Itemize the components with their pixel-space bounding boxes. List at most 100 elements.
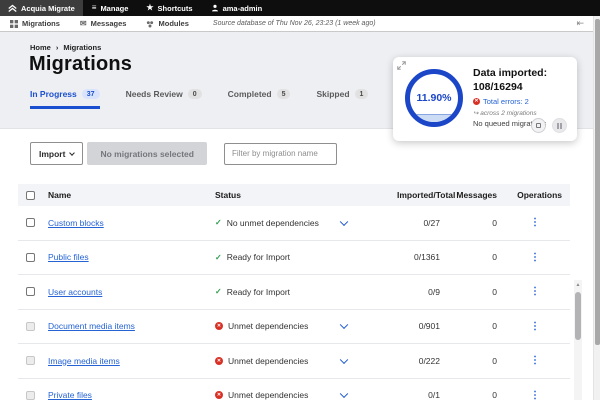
tab-count-badge: 1 xyxy=(354,89,369,99)
row-checkbox[interactable] xyxy=(25,287,35,297)
migrations-table: Name Status Imported/Total Messages Oper… xyxy=(18,184,570,400)
chevron-down-icon xyxy=(69,149,76,156)
status-icon: ✕ xyxy=(215,322,223,331)
messages-count: 0 xyxy=(492,217,497,228)
kebab-menu-icon[interactable]: ⋮ xyxy=(530,252,540,263)
migration-name-link[interactable]: Custom blocks xyxy=(48,218,104,228)
tab-label: In Progress xyxy=(30,89,77,99)
table-scrollbar[interactable]: ▲ xyxy=(574,280,582,400)
brand-label: Acquia Migrate xyxy=(21,3,75,13)
kebab-menu-icon[interactable]: ⋮ xyxy=(530,355,540,366)
page-title: Migrations xyxy=(29,53,133,75)
messages-count: 0 xyxy=(492,252,497,263)
modules-icon xyxy=(147,20,154,27)
data-imported-count: 108/16294 xyxy=(473,80,523,93)
status-text: Unmet dependencies xyxy=(228,355,309,366)
header-name: Name xyxy=(48,190,72,200)
scroll-up-icon[interactable]: ▲ xyxy=(574,282,582,288)
messages-count: 0 xyxy=(492,321,497,332)
shortcuts-label: Shortcuts xyxy=(157,3,193,13)
import-label: Import xyxy=(39,148,66,159)
migration-name-link[interactable]: Public files xyxy=(48,252,89,262)
status-text: Ready for Import xyxy=(226,286,291,297)
expand-chevron-icon[interactable] xyxy=(339,355,349,364)
stop-button[interactable] xyxy=(531,118,546,133)
table-row: User accounts ✓ Ready for Import 0/9 0 ⋮ xyxy=(18,275,570,310)
envelope-icon: ✉ xyxy=(79,18,87,28)
progress-ring: 11.90% xyxy=(405,69,463,127)
tab-label: Needs Review xyxy=(125,89,183,99)
breadcrumb-current: Migrations xyxy=(63,43,102,52)
table-row: Image media items ✕ Unmet dependencies 0… xyxy=(18,344,570,379)
status-cell: ✕ Unmet dependencies xyxy=(213,389,395,400)
table-row: Private files ✕ Unmet dependencies 0/1 0… xyxy=(18,378,570,400)
migration-name-link[interactable]: Image media items xyxy=(48,356,120,366)
select-all-checkbox[interactable] xyxy=(25,190,35,200)
row-checkbox[interactable] xyxy=(25,356,35,366)
expand-chevron-icon[interactable] xyxy=(339,389,349,399)
page-scrollbar[interactable] xyxy=(593,16,600,400)
expand-chevron-icon[interactable] xyxy=(339,217,349,226)
bulk-controls: Import No migrations selected xyxy=(30,142,337,165)
acquia-logo-icon xyxy=(8,4,17,12)
user-menu-button[interactable]: ama-admin xyxy=(202,0,272,16)
migration-name-link[interactable]: User accounts xyxy=(48,287,102,297)
row-checkbox[interactable] xyxy=(25,252,35,262)
status-icon: ✓ xyxy=(215,252,222,262)
kebab-menu-icon[interactable]: ⋮ xyxy=(530,286,540,297)
status-icon: ✕ xyxy=(215,356,223,365)
toolbar-item-modules[interactable]: Modules xyxy=(136,19,198,28)
status-cell: ✓ Ready for Import xyxy=(213,252,395,262)
breadcrumb-home-link[interactable]: Home xyxy=(30,43,51,52)
imported-total-value: 0/1361 xyxy=(414,252,440,263)
kebab-menu-icon[interactable]: ⋮ xyxy=(530,321,540,332)
expand-chevron-icon[interactable] xyxy=(339,320,349,330)
migration-name-link[interactable]: Document media items xyxy=(48,321,135,331)
tab-count-badge: 37 xyxy=(81,89,100,99)
total-errors-row[interactable]: ✕ Total errors: 2 xyxy=(473,97,573,106)
status-cell: ✓ No unmet dependencies xyxy=(213,217,395,228)
tab-count-badge: 0 xyxy=(187,89,202,99)
filter-input[interactable] xyxy=(223,142,337,165)
import-dropdown-button[interactable]: Import xyxy=(30,142,84,165)
pause-button[interactable] xyxy=(552,118,567,133)
module-toolbar: Migrations ✉ Messages Modules Source dat… xyxy=(0,16,600,32)
status-cell: ✕ Unmet dependencies xyxy=(213,320,395,332)
tab-in-progress[interactable]: In Progress 37 xyxy=(30,89,100,109)
kebab-menu-icon[interactable]: ⋮ xyxy=(530,390,540,400)
row-checkbox[interactable] xyxy=(25,390,35,400)
star-icon: ★ xyxy=(146,3,154,12)
tab-skipped[interactable]: Skipped 1 xyxy=(316,89,369,109)
toolbar-item-messages[interactable]: ✉ Messages xyxy=(70,19,137,28)
import-progress-card: 11.90% Data imported: 108/16294 ✕ Total … xyxy=(393,57,577,141)
imported-total-value: 0/901 xyxy=(418,321,440,332)
table-body: Custom blocks ✓ No unmet dependencies 0/… xyxy=(18,206,570,400)
manage-label: Manage xyxy=(100,3,129,13)
row-checkbox[interactable] xyxy=(25,218,35,228)
error-circle-icon: ✕ xyxy=(473,98,480,106)
toolbar-modules-label: Modules xyxy=(158,19,189,28)
status-text: Unmet dependencies xyxy=(228,321,309,332)
collapse-toolbar-icon[interactable]: ⇤ xyxy=(576,18,584,29)
table-scrollbar-thumb[interactable] xyxy=(575,292,581,340)
messages-count: 0 xyxy=(492,286,497,297)
progress-percent: 11.90% xyxy=(416,92,452,104)
migration-name-link[interactable]: Private files xyxy=(48,390,92,400)
toolbar-item-migrations[interactable]: Migrations xyxy=(0,19,70,28)
total-errors-link[interactable]: Total errors: 2 xyxy=(483,97,529,106)
messages-count: 0 xyxy=(492,355,497,366)
selection-status-button[interactable]: No migrations selected xyxy=(87,142,207,165)
status-text: Ready for Import xyxy=(226,252,291,263)
brand-home-link[interactable]: Acquia Migrate xyxy=(0,0,83,16)
stop-icon xyxy=(536,123,541,128)
shortcuts-menu-button[interactable]: ★ Shortcuts xyxy=(137,0,201,16)
status-icon: ✓ xyxy=(215,287,222,297)
manage-menu-button[interactable]: ≡ Manage xyxy=(83,0,138,16)
page-scrollbar-thumb[interactable] xyxy=(595,19,600,345)
status-text: No unmet dependencies xyxy=(226,217,319,228)
tab-completed[interactable]: Completed 5 xyxy=(228,89,291,109)
resize-diagonal-icon[interactable] xyxy=(397,61,406,70)
kebab-menu-icon[interactable]: ⋮ xyxy=(530,217,540,228)
row-checkbox[interactable] xyxy=(25,321,35,331)
tab-needs-review[interactable]: Needs Review 0 xyxy=(126,89,202,109)
